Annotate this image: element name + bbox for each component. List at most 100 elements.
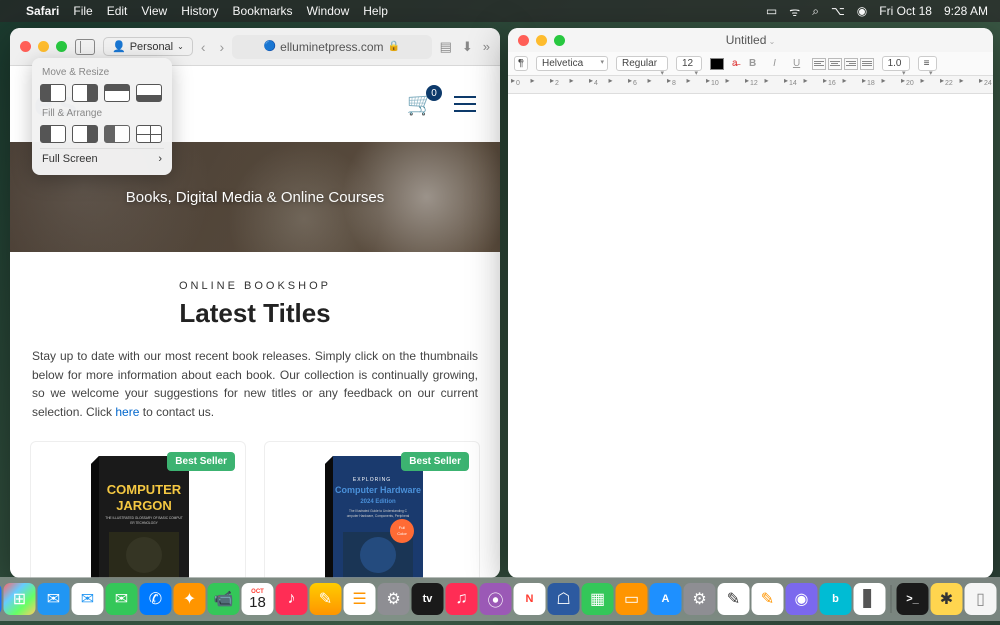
dock-app[interactable]: ▯ <box>965 583 997 615</box>
dock-app[interactable]: ✎ <box>752 583 784 615</box>
dock-app[interactable]: A <box>650 583 682 615</box>
dock-app[interactable]: ☰ <box>344 583 376 615</box>
wifi-icon[interactable]: ᯤ <box>789 3 800 20</box>
fill-left-quarter[interactable] <box>104 125 130 143</box>
dock-app[interactable]: ✉ <box>38 583 70 615</box>
dock-app[interactable]: tv <box>412 583 444 615</box>
italic-button[interactable]: I <box>768 58 782 69</box>
person-icon: 👤 <box>112 40 126 53</box>
profile-label: Personal <box>130 41 173 53</box>
fill-left[interactable] <box>40 125 66 143</box>
dock-app[interactable]: ⊞ <box>4 583 36 615</box>
dock-app[interactable]: ☻ <box>0 583 2 615</box>
menu-history[interactable]: History <box>181 4 218 18</box>
dock-app[interactable]: ♪ <box>276 583 308 615</box>
book-card[interactable]: Best Seller EXPLORING Computer Hardware … <box>264 441 480 578</box>
menu-button[interactable] <box>454 96 476 112</box>
clear-style-icon[interactable]: a̶ <box>732 58 738 69</box>
control-center-icon[interactable]: ⌥ <box>831 4 845 18</box>
tile-right[interactable] <box>72 84 98 102</box>
sidebar-toggle-icon[interactable] <box>75 39 95 55</box>
dock-app[interactable]: ✦ <box>174 583 206 615</box>
reader-icon[interactable]: ▤ <box>440 39 452 55</box>
tile-left[interactable] <box>40 84 66 102</box>
dock-app[interactable]: >_ <box>897 583 929 615</box>
svg-text:The Illustrated Guide to Under: The Illustrated Guide to Understanding C <box>349 509 408 513</box>
battery-icon[interactable]: ▭ <box>766 4 777 18</box>
dock-app[interactable]: b <box>820 583 852 615</box>
style-picker[interactable]: ¶ <box>514 56 528 71</box>
menu-file[interactable]: File <box>73 4 92 18</box>
tile-top[interactable] <box>104 84 130 102</box>
dock-app[interactable]: ▦ <box>582 583 614 615</box>
dock-app[interactable]: ⚙ <box>378 583 410 615</box>
ruler[interactable]: ▸0▸▸2▸▸4▸▸6▸▸8▸▸10▸▸12▸▸14▸▸16▸▸18▸▸20▸▸… <box>508 76 993 94</box>
dock-app[interactable]: ☖ <box>548 583 580 615</box>
align-left[interactable] <box>812 58 826 70</box>
popover-section-fill: Fill & Arrange <box>40 105 164 122</box>
menubar: Safari File Edit View History Bookmarks … <box>0 0 1000 22</box>
dock-calendar[interactable]: OCT18 <box>242 583 274 615</box>
svg-text:JARGON: JARGON <box>116 498 172 513</box>
align-right[interactable] <box>844 58 858 70</box>
dock-app[interactable]: ♫ <box>446 583 478 615</box>
tile-bottom[interactable] <box>136 84 162 102</box>
size-picker[interactable]: 12 <box>676 56 702 71</box>
menu-view[interactable]: View <box>141 4 167 18</box>
dock-app[interactable]: ▋ <box>854 583 886 615</box>
section-description: Stay up to date with our most recent boo… <box>32 347 478 421</box>
dock-app[interactable]: N <box>514 583 546 615</box>
fill-quarters[interactable] <box>136 125 162 143</box>
book-card[interactable]: Best Seller COMPUTER JARGON THE ILLUSTRA… <box>30 441 246 578</box>
profile-picker[interactable]: 👤 Personal ⌄ <box>103 37 193 56</box>
minimize-button[interactable] <box>536 35 547 46</box>
close-button[interactable] <box>518 35 529 46</box>
search-icon[interactable]: ⌕ <box>812 4 819 19</box>
underline-button[interactable]: U <box>790 58 804 69</box>
fullscreen-item[interactable]: Full Screen › <box>40 148 164 169</box>
dock-app[interactable]: ✆ <box>140 583 172 615</box>
bold-button[interactable]: B <box>746 58 760 69</box>
dock-app[interactable]: ✉ <box>106 583 138 615</box>
text-area[interactable] <box>508 94 993 578</box>
dock-app[interactable]: ▭ <box>616 583 648 615</box>
menu-help[interactable]: Help <box>363 4 388 18</box>
zoom-button[interactable] <box>56 41 67 52</box>
align-justify[interactable] <box>860 58 874 70</box>
minimize-button[interactable] <box>38 41 49 52</box>
dock-app[interactable]: ◉ <box>786 583 818 615</box>
bestseller-badge: Best Seller <box>167 452 235 471</box>
menubar-date[interactable]: Fri Oct 18 <box>879 4 932 18</box>
siri-icon[interactable]: ◉ <box>857 4 867 18</box>
menu-edit[interactable]: Edit <box>107 4 128 18</box>
dock-app[interactable]: ✎ <box>310 583 342 615</box>
weight-picker[interactable]: Regular <box>616 56 668 71</box>
window-tiling-popover: Move & Resize Fill & Arrange Full Screen… <box>32 58 172 175</box>
contact-link[interactable]: here <box>115 405 139 419</box>
forward-button[interactable]: › <box>220 39 225 55</box>
dock-app[interactable]: ⦿ <box>480 583 512 615</box>
downloads-icon[interactable]: ⬇ <box>462 39 473 55</box>
app-name[interactable]: Safari <box>26 4 59 18</box>
zoom-button[interactable] <box>554 35 565 46</box>
list-picker[interactable]: ≡ <box>918 56 937 71</box>
svg-text:2024 Edition: 2024 Edition <box>360 499 396 505</box>
address-bar[interactable]: 🔵 elluminetpress.com 🔒 <box>232 35 431 59</box>
back-button[interactable]: ‹ <box>201 39 206 55</box>
cart-button[interactable]: 🛒0 <box>407 91 434 117</box>
spacing-picker[interactable]: 1.0 <box>882 56 910 71</box>
fill-right[interactable] <box>72 125 98 143</box>
dock-app[interactable]: ⚙ <box>684 583 716 615</box>
align-center[interactable] <box>828 58 842 70</box>
menu-window[interactable]: Window <box>307 4 350 18</box>
dock-app[interactable]: 📹 <box>208 583 240 615</box>
more-icon[interactable]: » <box>483 39 490 55</box>
menubar-time[interactable]: 9:28 AM <box>944 4 988 18</box>
text-color-picker[interactable] <box>710 58 724 70</box>
font-picker[interactable]: Helvetica <box>536 56 608 71</box>
dock-app[interactable]: ✉ <box>72 583 104 615</box>
menu-bookmarks[interactable]: Bookmarks <box>233 4 293 18</box>
dock-app[interactable]: ✱ <box>931 583 963 615</box>
close-button[interactable] <box>20 41 31 52</box>
dock-app[interactable]: ✎ <box>718 583 750 615</box>
